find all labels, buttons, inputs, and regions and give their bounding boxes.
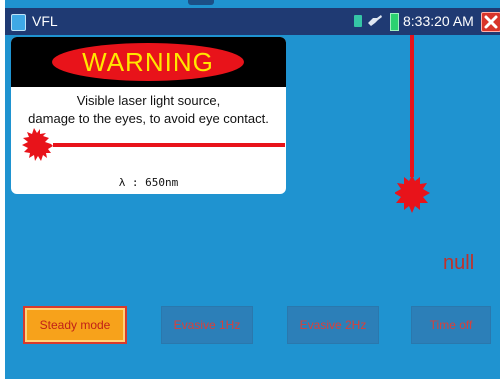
status-clock: 8:33:20 AM — [403, 13, 474, 29]
steady-mode-button[interactable]: Steady mode — [23, 306, 127, 344]
warning-text-line-2: damage to the eyes, to avoid eye contact… — [28, 111, 269, 126]
laser-pointer-icon — [395, 35, 430, 213]
evasive-1hz-button[interactable]: Evasive 1Hz — [161, 306, 253, 344]
wavelength-label: λ : 650nm — [118, 176, 179, 189]
sim-card-icon — [354, 15, 362, 27]
warning-title: WARNING — [82, 47, 214, 77]
laser-beam-icon — [22, 128, 285, 161]
close-icon — [484, 15, 498, 29]
battery-icon — [390, 13, 399, 31]
usb-icon — [368, 15, 382, 26]
warning-badge: WARNING — [52, 43, 244, 81]
vfl-app-icon — [11, 14, 26, 31]
top-tab — [188, 0, 214, 5]
warning-text-line-1: Visible laser light source, — [76, 93, 221, 108]
vfl-screen: VFL 8:33:20 AM WARNING Visible laser lig… — [5, 0, 500, 379]
close-button[interactable] — [481, 12, 500, 32]
evasive-1hz-label: Evasive 1Hz — [173, 318, 241, 332]
laser-warning-panel: WARNING Visible laser light source, dama… — [11, 37, 286, 194]
title-bar: VFL 8:33:20 AM — [5, 8, 500, 35]
time-off-label: Time off — [429, 318, 473, 332]
app-title: VFL — [32, 13, 58, 29]
steady-mode-label: Steady mode — [39, 318, 111, 332]
status-value: null — [443, 252, 475, 274]
time-off-button[interactable]: Time off — [411, 306, 491, 344]
warning-header: WARNING — [11, 37, 286, 87]
evasive-2hz-button[interactable]: Evasive 2Hz — [287, 306, 379, 344]
evasive-2hz-label: Evasive 2Hz — [299, 318, 367, 332]
